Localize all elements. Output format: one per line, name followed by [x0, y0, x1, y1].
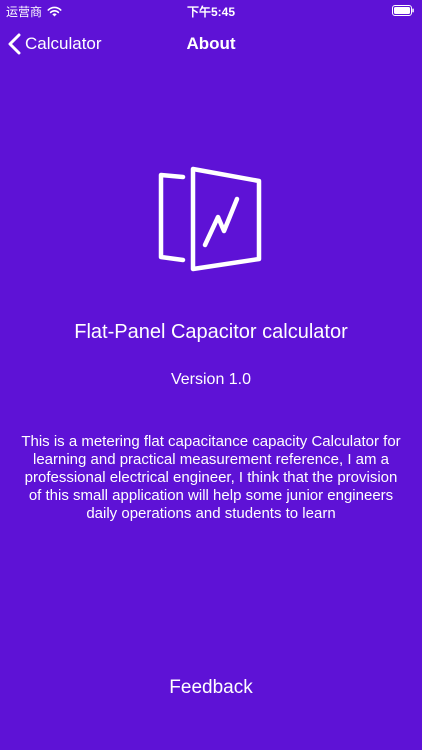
flat-panel-capacitor-icon: [158, 166, 262, 272]
status-bar: 运营商 下午5:45: [0, 0, 422, 22]
feedback-button[interactable]: Feedback: [169, 677, 252, 698]
version-label: Version 1.0: [170, 371, 252, 388]
battery-icon: [392, 5, 414, 16]
navigation-bar: Calculator About: [0, 22, 422, 66]
app-name: Flat-Panel Capacitor calculator: [74, 321, 348, 343]
page-title: About: [186, 34, 236, 53]
status-time: 下午5:45: [186, 5, 236, 19]
app-description: This is a metering flat capacitance capa…: [21, 433, 401, 522]
feedback-row: Feedback: [0, 677, 422, 699]
